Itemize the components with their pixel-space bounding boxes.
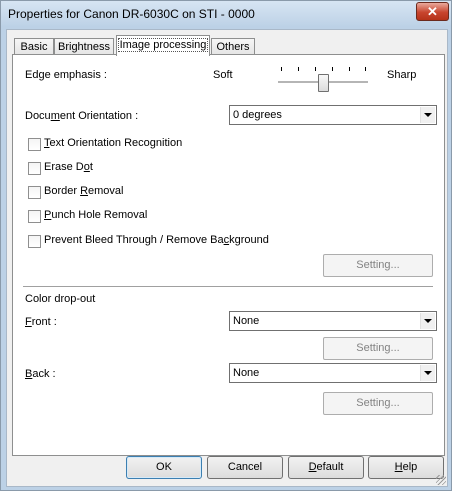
properties-window: Properties for Canon DR-6030C on STI - 0… xyxy=(0,0,452,491)
slider-thumb[interactable] xyxy=(318,74,329,92)
close-icon[interactable]: ✕ xyxy=(416,2,449,21)
edge-emphasis-label: Edge emphasis : xyxy=(25,69,107,81)
edge-sharp-label: Sharp xyxy=(387,69,417,81)
tab-others[interactable]: Others xyxy=(211,38,255,55)
default-button[interactable]: Default xyxy=(288,456,364,479)
tab-others-label: Others xyxy=(216,41,250,53)
slider-tick xyxy=(365,67,366,71)
slider-tick xyxy=(332,67,333,71)
slider-tick xyxy=(349,67,350,71)
cancel-button[interactable]: Cancel xyxy=(207,456,283,479)
front-label: Front : xyxy=(25,316,57,328)
ok-button[interactable]: OK xyxy=(126,456,202,479)
slider-tick xyxy=(298,67,299,71)
border-removal-label: Border Removal xyxy=(44,185,124,197)
tab-brightness-label: Brightness xyxy=(58,41,110,53)
erase-dot-label: Erase Dot xyxy=(44,161,93,173)
back-dropout-value: None xyxy=(233,367,260,379)
chevron-down-icon[interactable] xyxy=(420,313,435,329)
front-dropout-value: None xyxy=(233,315,260,327)
window-title: Properties for Canon DR-6030C on STI - 0… xyxy=(8,7,255,21)
orientation-label: Document Orientation : xyxy=(25,110,139,122)
edge-emphasis-slider[interactable] xyxy=(276,65,368,95)
punch-hole-removal-label: Punch Hole Removal xyxy=(44,209,148,221)
image-processing-panel: Edge emphasis : Soft Sharp Document Orie… xyxy=(12,54,445,456)
back-setting-button[interactable]: Setting... xyxy=(323,392,433,415)
front-dropout-select[interactable]: None xyxy=(229,311,437,331)
separator xyxy=(23,286,433,288)
erase-dot-checkbox[interactable] xyxy=(28,162,41,175)
tab-brightness[interactable]: Brightness xyxy=(54,38,114,55)
chevron-down-icon[interactable] xyxy=(420,107,435,123)
border-removal-checkbox[interactable] xyxy=(28,186,41,199)
tab-image-processing-label: Image processing xyxy=(117,38,209,52)
prevent-bleed-setting-button[interactable]: Setting... xyxy=(323,254,433,277)
edge-soft-label: Soft xyxy=(213,69,233,81)
back-dropout-select[interactable]: None xyxy=(229,363,437,383)
orientation-value: 0 degrees xyxy=(233,109,282,121)
punch-hole-removal-checkbox[interactable] xyxy=(28,210,41,223)
color-dropout-heading: Color drop-out xyxy=(25,293,96,305)
chevron-down-icon[interactable] xyxy=(420,365,435,381)
slider-tick xyxy=(281,67,282,71)
text-orientation-label: Text Orientation Recognition xyxy=(44,137,183,149)
text-orientation-checkbox[interactable] xyxy=(28,138,41,151)
title-bar[interactable]: Properties for Canon DR-6030C on STI - 0… xyxy=(1,1,451,27)
tab-basic-label: Basic xyxy=(20,41,48,53)
back-label: Back : xyxy=(25,368,56,380)
dialog-client-area: Basic Brightness Image processing Others… xyxy=(6,29,448,487)
resize-grip-icon[interactable] xyxy=(436,475,446,485)
prevent-bleed-checkbox[interactable] xyxy=(28,235,41,248)
front-setting-button[interactable]: Setting... xyxy=(323,337,433,360)
slider-tick xyxy=(315,67,316,71)
help-button[interactable]: Help xyxy=(368,456,444,479)
orientation-select[interactable]: 0 degrees xyxy=(229,105,437,125)
tab-basic[interactable]: Basic xyxy=(14,38,54,55)
tab-image-processing[interactable]: Image processing xyxy=(116,35,210,56)
prevent-bleed-label: Prevent Bleed Through / Remove Backgroun… xyxy=(44,234,269,246)
